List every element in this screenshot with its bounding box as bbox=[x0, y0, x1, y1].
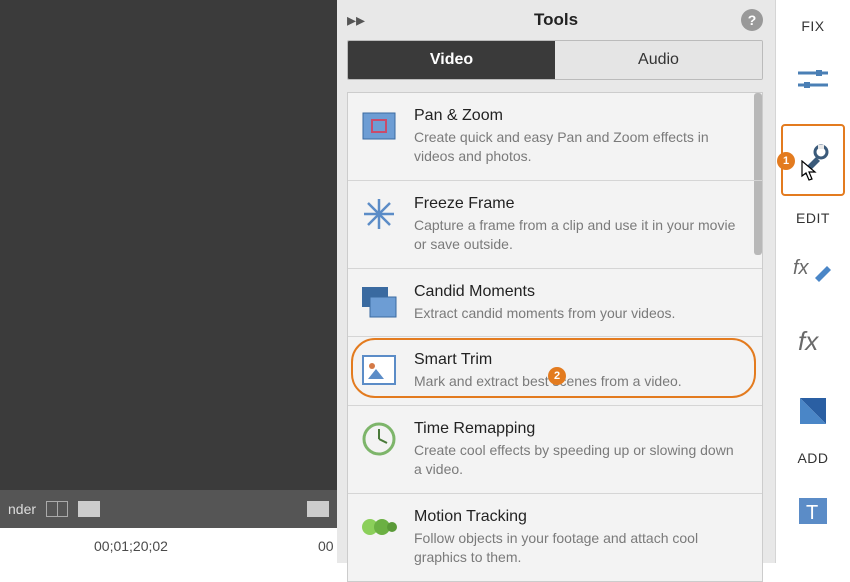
tool-desc: Create quick and easy Pan and Zoom effec… bbox=[414, 128, 740, 166]
tool-title: Freeze Frame bbox=[414, 195, 740, 213]
tools-panel: ▸▸ Tools ? Video Audio Pan & Zoom Create… bbox=[337, 0, 775, 563]
tool-time-remapping[interactable]: Time Remapping Create cool effects by sp… bbox=[348, 406, 762, 494]
right-sidebar: FIX 1 EDIT fx fx ADD T bbox=[775, 0, 850, 563]
tool-desc: Follow objects in your footage and attac… bbox=[414, 529, 740, 567]
text-icon[interactable]: T bbox=[788, 486, 838, 536]
tool-title: Pan & Zoom bbox=[414, 107, 740, 125]
tool-list: Pan & Zoom Create quick and easy Pan and… bbox=[347, 92, 763, 582]
tool-title: Candid Moments bbox=[414, 283, 740, 301]
tool-smart-trim[interactable]: 2 Smart Trim Mark and extract best scene… bbox=[348, 337, 762, 406]
sidebar-section-add: ADD bbox=[797, 450, 828, 466]
fullscreen-icon[interactable] bbox=[307, 501, 329, 517]
timecode-partial: 00 bbox=[318, 538, 334, 554]
photos-icon bbox=[360, 283, 398, 321]
sidebar-section-edit: EDIT bbox=[796, 210, 830, 226]
tab-audio[interactable]: Audio bbox=[555, 41, 762, 79]
tab-video[interactable]: Video bbox=[348, 41, 555, 79]
motion-icon bbox=[360, 508, 398, 546]
tool-candid-moments[interactable]: Candid Moments Extract candid moments fr… bbox=[348, 269, 762, 338]
tool-desc: Extract candid moments from your videos. bbox=[414, 304, 740, 323]
split-view-icon[interactable] bbox=[46, 501, 68, 517]
tools-button[interactable]: 1 bbox=[781, 124, 845, 196]
panel-title: Tools bbox=[534, 10, 578, 30]
tool-title: Time Remapping bbox=[414, 420, 740, 438]
snowflake-icon bbox=[360, 195, 398, 233]
timeline-ruler: 00;01;20;02 00 bbox=[0, 528, 337, 563]
tool-freeze-frame[interactable]: Freeze Frame Capture a frame from a clip… bbox=[348, 181, 762, 269]
tool-pan-zoom[interactable]: Pan & Zoom Create quick and easy Pan and… bbox=[348, 93, 762, 181]
tool-desc: Create cool effects by speeding up or sl… bbox=[414, 441, 740, 479]
video-preview bbox=[0, 0, 337, 490]
cursor-icon bbox=[801, 160, 819, 182]
svg-text:fx: fx bbox=[798, 326, 819, 356]
svg-text:fx: fx bbox=[793, 257, 810, 279]
tool-motion-tracking[interactable]: Motion Tracking Follow objects in your f… bbox=[348, 494, 762, 581]
fx-pencil-icon[interactable]: fx bbox=[788, 246, 838, 296]
panel-header: ▸▸ Tools ? bbox=[337, 0, 775, 40]
tool-title: Motion Tracking bbox=[414, 508, 740, 526]
stop-icon[interactable] bbox=[78, 501, 100, 517]
blue-square-icon[interactable] bbox=[788, 386, 838, 436]
tools-tabs: Video Audio bbox=[347, 40, 763, 80]
adjust-sliders-icon[interactable] bbox=[788, 54, 838, 104]
help-icon[interactable]: ? bbox=[741, 9, 763, 31]
callout-badge-1: 1 bbox=[777, 152, 795, 170]
tool-desc: Capture a frame from a clip and use it i… bbox=[414, 216, 740, 254]
pan-zoom-icon bbox=[360, 107, 398, 145]
playback-bar: nder bbox=[0, 490, 337, 528]
fx-icon[interactable]: fx bbox=[788, 316, 838, 366]
clock-icon bbox=[360, 420, 398, 458]
svg-text:T: T bbox=[806, 502, 818, 524]
timecode: 00;01;20;02 bbox=[94, 538, 168, 554]
sidebar-section-fix: FIX bbox=[801, 18, 824, 34]
render-button[interactable]: nder bbox=[8, 501, 36, 517]
collapse-icon[interactable]: ▸▸ bbox=[347, 10, 365, 31]
